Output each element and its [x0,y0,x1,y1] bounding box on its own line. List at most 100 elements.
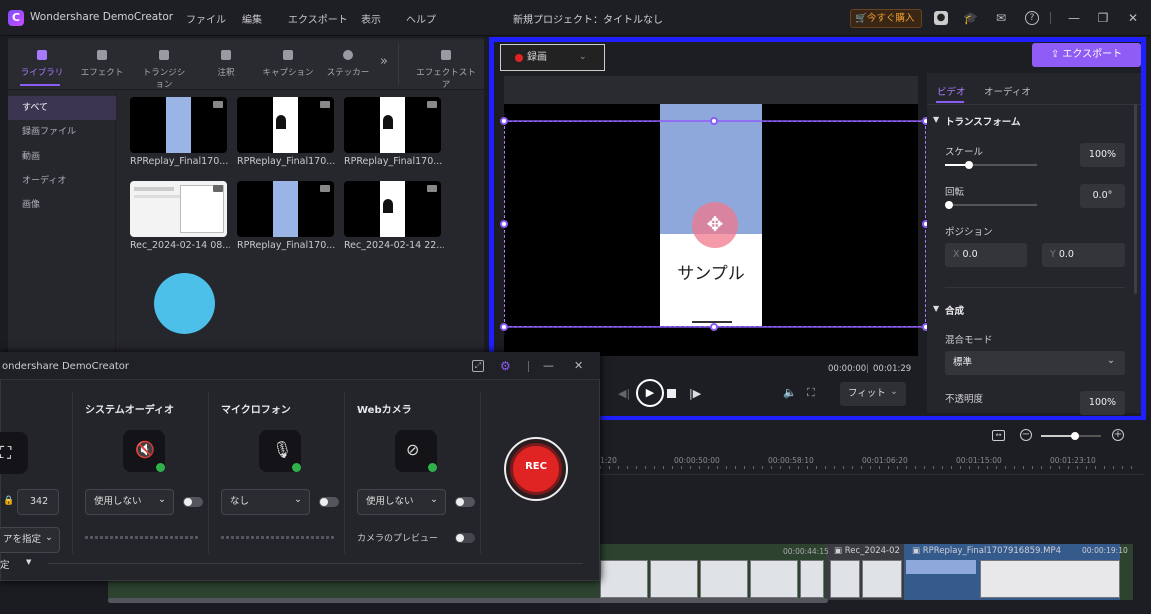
system-audio-select[interactable]: 使用しない ⌄ [85,489,174,515]
category-audio[interactable]: オーディオ [8,169,116,193]
rotation-slider-thumb[interactable] [945,201,953,209]
selection-box[interactable] [504,121,926,327]
area-select[interactable]: アを指定 ⌄ [0,527,60,553]
media-thumb[interactable] [344,181,441,237]
scale-slider-thumb[interactable] [965,161,973,169]
tab-annotations[interactable]: 注釈 [204,48,248,78]
tab-effects[interactable]: エフェクト [80,48,124,78]
rec-button[interactable]: REC [504,437,568,501]
webcam-select[interactable]: 使用しない ⌄ [357,489,446,515]
resize-handle-left[interactable] [500,220,508,228]
graduation-cap-icon[interactable]: 🎓 [963,11,978,25]
more-tabs-icon[interactable]: » [380,54,388,69]
zoom-in-icon[interactable]: + [1112,429,1124,441]
prop-scrollbar[interactable] [1134,104,1137,294]
help-icon[interactable]: ? [1025,11,1039,25]
menu-export[interactable]: エクスポート [288,11,348,26]
chevron-down-icon: ⌄ [158,494,166,505]
camera-preview-label: カメラのプレビュー [357,534,439,544]
tab-audio[interactable]: オーディオ [984,84,1031,98]
category-images[interactable]: 画像 [8,193,116,217]
settings-label[interactable]: 定 [0,557,10,571]
video-camera-icon [213,185,223,192]
webcam-switch[interactable] [455,497,475,507]
close-icon[interactable]: ✕ [574,359,583,372]
clip-thumbnail [650,560,698,598]
canvas-top-band [504,76,918,104]
prev-frame-icon[interactable]: ◀| [618,387,630,400]
menu-edit[interactable]: 編集 [242,11,262,26]
scale-value[interactable]: 100% [1080,143,1125,167]
category-recordings[interactable]: 録画ファイル [8,120,116,144]
category-video[interactable]: 動画 [8,145,116,169]
rotation-value[interactable]: 0.0° [1080,184,1125,208]
position-y-field[interactable]: Y 0.0 [1042,243,1125,267]
height-field[interactable]: 342 [17,489,59,515]
resize-handle-bl[interactable] [500,323,508,331]
tab-video[interactable]: ビデオ [937,84,966,98]
record-dropdown[interactable]: 録画 ⌄ [500,44,605,71]
volume-icon[interactable]: 🔈 [783,386,797,399]
menu-file[interactable]: ファイル [186,11,226,26]
mail-icon[interactable]: ✉ [994,11,1008,25]
tab-transitions[interactable]: トランジション [140,48,188,90]
timeline-scrollbar[interactable] [108,598,828,603]
status-check-icon [428,463,437,472]
blend-mode-select[interactable]: 標準 ⌄ [945,351,1125,375]
system-audio-switch[interactable] [183,497,203,507]
media-thumb[interactable] [130,181,227,237]
rotation-slider-track[interactable] [945,204,1037,206]
play-button[interactable]: ▶ [636,379,664,407]
close-icon[interactable]: ✕ [1126,11,1140,25]
stop-button[interactable] [667,389,676,398]
resize-handle-bottom[interactable] [710,323,718,331]
caret-down-icon[interactable]: ▼ [26,558,31,566]
microphone-select[interactable]: なし ⌄ [221,489,310,515]
active-prop-tab-indicator [936,101,964,103]
fullscreen-icon[interactable]: ⛶ [807,386,815,400]
caret-down-icon[interactable]: ▼ [933,115,939,124]
menu-help[interactable]: ヘルプ [406,11,436,26]
transform-heading[interactable]: トランスフォーム [945,114,1021,128]
opacity-label: 不透明度 [945,394,984,405]
minimize-icon[interactable]: — [543,359,554,372]
clip-thumbnail [980,560,1120,598]
media-thumb[interactable] [344,97,441,153]
clip-thumbnail [750,560,798,598]
next-frame-icon[interactable]: |▶ [689,387,701,400]
user-icon[interactable]: ● [934,11,948,25]
microphone-switch[interactable] [319,497,339,507]
tab-library[interactable]: ライブラリ [20,48,64,78]
person-icon [383,115,393,129]
tab-captions[interactable]: キャプション [262,48,314,78]
minimize-icon[interactable]: — [1067,11,1081,25]
opacity-value[interactable]: 100% [1080,391,1125,415]
webcam-heading: Webカメラ [357,405,412,416]
resize-handle-top[interactable] [710,117,718,125]
fit-dropdown[interactable]: フィット ⌄ [840,382,906,406]
restore-icon[interactable]: ❐ [1096,11,1110,25]
media-thumb[interactable] [237,97,334,153]
caret-down-icon[interactable]: ▼ [933,304,939,313]
tab-stickers[interactable]: ステッカー [326,48,370,78]
zoom-out-icon[interactable]: − [1020,429,1032,441]
menu-view[interactable]: 表示 [361,11,381,26]
position-x-field[interactable]: X 0.0 [945,243,1027,267]
category-all[interactable]: すべて [8,96,116,120]
export-button[interactable]: ⇪ エクスポート [1032,43,1141,67]
tab-effect-store-label: エフェクトストア [416,68,476,90]
tab-effect-store[interactable]: エフェクトストア [414,48,478,90]
media-thumb[interactable] [130,97,227,153]
lock-icon[interactable]: 🔒 [3,496,14,506]
media-thumb[interactable] [237,181,334,237]
sticker-icon [343,50,353,60]
camera-preview-switch[interactable] [455,533,475,543]
screenshot-icon[interactable]: ⤢ [472,360,484,372]
composite-heading[interactable]: 合成 [945,303,964,317]
fit-timeline-icon[interactable]: ↔ [992,430,1005,441]
timeline-ruler[interactable] [600,466,1135,469]
resize-handle-tl[interactable] [500,117,508,125]
settings-gear-icon[interactable]: ⚙ [500,359,514,373]
zoom-slider-thumb[interactable] [1071,432,1079,440]
buy-now-button[interactable]: 🛒今すぐ購入 [850,9,922,28]
